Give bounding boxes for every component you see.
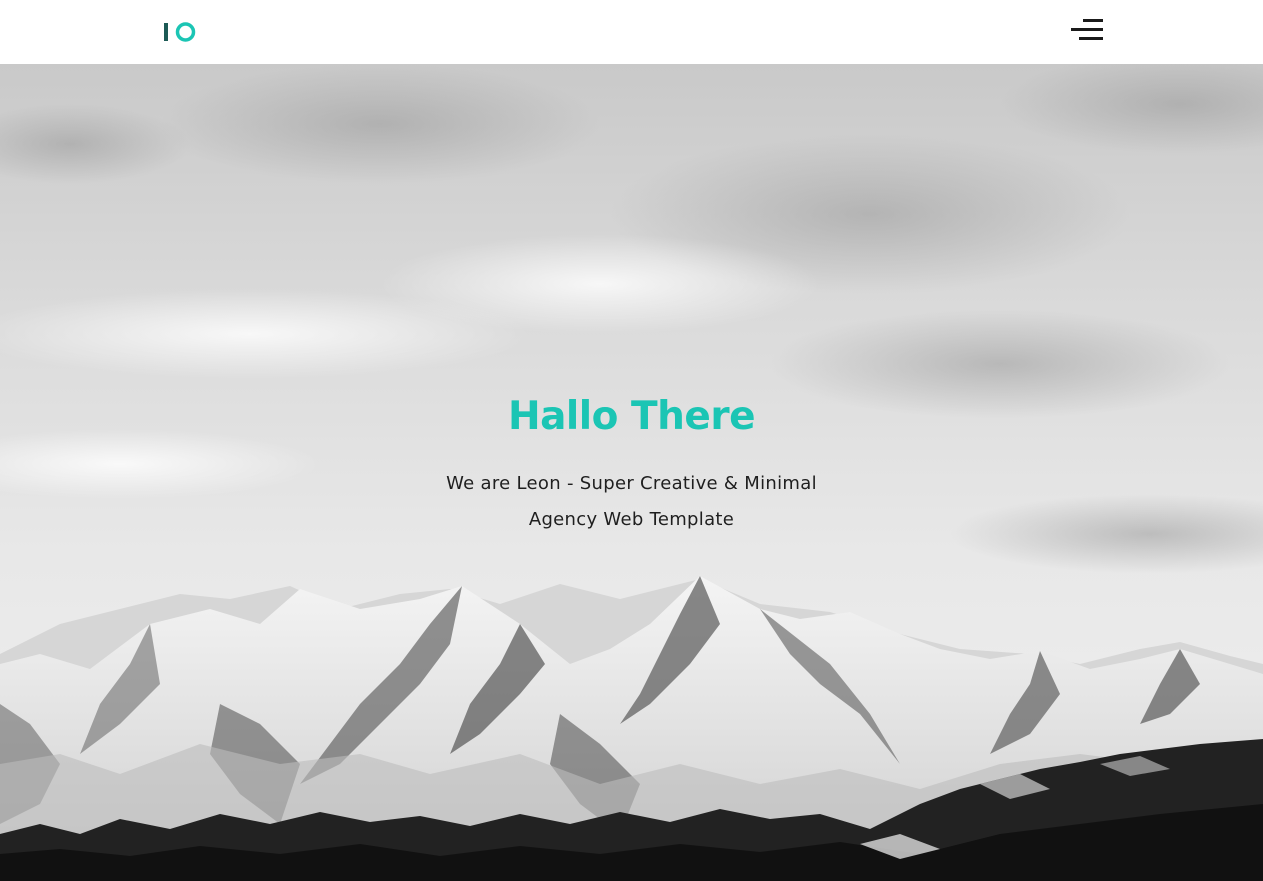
site-logo[interactable]: [164, 21, 200, 43]
hero-content: Hallo There We are Leon - Super Creative…: [0, 394, 1263, 538]
hero-section: Hallo There We are Leon - Super Creative…: [0, 64, 1263, 881]
io-logo-icon: [164, 22, 196, 42]
site-header: [0, 0, 1263, 64]
hero-subtitle: We are Leon - Super Creative & Minimal A…: [446, 473, 817, 530]
hamburger-menu-icon: [1071, 19, 1103, 40]
hero-title: Hallo There: [507, 394, 756, 439]
menu-toggle-button[interactable]: [1071, 19, 1103, 41]
